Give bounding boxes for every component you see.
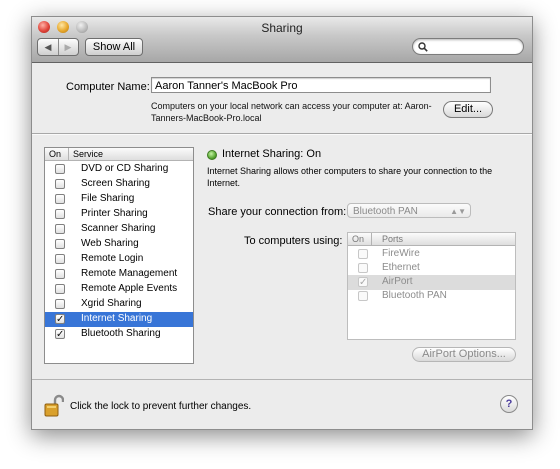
service-list: On Service DVD or CD Sharing Screen Shari… — [44, 147, 194, 364]
back-icon[interactable]: ◀ — [38, 39, 59, 55]
port-checkbox[interactable]: ✓ — [358, 277, 368, 288]
service-row[interactable]: DVD or CD Sharing — [45, 162, 193, 177]
share-from-popup[interactable]: Bluetooth PAN ▲▼ — [347, 203, 471, 218]
share-from-value: Bluetooth PAN — [353, 206, 418, 217]
popup-arrows-icon: ▲▼ — [450, 207, 466, 216]
port-checkbox[interactable] — [358, 263, 368, 273]
service-checkbox[interactable] — [55, 209, 65, 219]
ports-column-header[interactable]: Ports — [382, 233, 403, 245]
service-row[interactable]: Remote Login — [45, 252, 193, 267]
port-row[interactable]: FireWire — [348, 247, 515, 262]
sharing-window: Sharing ◀ ▶ Show All Computer Name: Aaro… — [31, 16, 533, 430]
service-checkbox[interactable] — [55, 254, 65, 264]
service-checkbox[interactable] — [55, 164, 65, 174]
show-all-button[interactable]: Show All — [85, 38, 143, 56]
padlock-open-icon[interactable] — [44, 394, 65, 421]
service-label: Screen Sharing — [81, 178, 150, 189]
service-checkbox[interactable]: ✓ — [55, 329, 65, 340]
edit-button[interactable]: Edit... — [443, 101, 493, 118]
service-row[interactable]: Remote Apple Events — [45, 282, 193, 297]
service-row[interactable]: Remote Management — [45, 267, 193, 282]
service-column-header[interactable]: Service — [73, 148, 103, 160]
service-checkbox[interactable] — [55, 194, 65, 204]
magnifier-icon — [418, 42, 428, 52]
service-row[interactable]: ✓ Internet Sharing — [45, 312, 193, 327]
service-label: Xgrid Sharing — [81, 298, 142, 309]
service-label: Bluetooth Sharing — [81, 328, 161, 339]
service-checkbox[interactable]: ✓ — [55, 314, 65, 325]
lock-message: Click the lock to prevent further change… — [70, 401, 252, 412]
title-bar: Sharing ◀ ▶ Show All — [32, 17, 532, 63]
service-row[interactable]: Screen Sharing — [45, 177, 193, 192]
help-button[interactable]: ? — [500, 395, 518, 413]
computer-name-label: Computer Name: — [66, 81, 150, 93]
service-description: Internet Sharing allows other computers … — [207, 166, 493, 188]
service-label: Remote Apple Events — [81, 283, 178, 294]
service-label: Printer Sharing — [81, 208, 148, 219]
share-from-label: Share your connection from: — [208, 206, 347, 218]
status-indicator-icon — [207, 150, 217, 160]
status-title: Internet Sharing: On — [222, 148, 322, 160]
service-row[interactable]: File Sharing — [45, 192, 193, 207]
service-checkbox[interactable] — [55, 239, 65, 249]
ports-on-column-header[interactable]: On — [348, 233, 372, 245]
service-row[interactable]: Printer Sharing — [45, 207, 193, 222]
ports-list-header: On Ports — [348, 233, 515, 246]
service-checkbox[interactable] — [55, 284, 65, 294]
service-label: Internet Sharing — [81, 313, 153, 324]
port-row[interactable]: Bluetooth PAN — [348, 289, 515, 304]
computer-name-section: Computer Name: Aaron Tanner's MacBook Pr… — [32, 63, 532, 131]
service-checkbox[interactable] — [55, 269, 65, 279]
footer-divider — [32, 379, 532, 380]
port-row[interactable]: ✓ AirPort — [348, 275, 515, 290]
service-label: Remote Management — [81, 268, 178, 279]
service-label: DVD or CD Sharing — [81, 163, 169, 174]
port-row[interactable]: Ethernet — [348, 261, 515, 276]
service-label: Scanner Sharing — [81, 223, 156, 234]
port-checkbox[interactable] — [358, 291, 368, 301]
ports-list: On Ports FireWire Ethernet ✓ AirPort Bluetoo… — [347, 232, 516, 340]
computer-name-field[interactable]: Aaron Tanner's MacBook Pro — [151, 77, 491, 93]
search-field[interactable] — [412, 38, 524, 55]
port-label: Ethernet — [382, 262, 420, 273]
to-computers-label: To computers using: — [244, 235, 343, 247]
section-divider — [32, 133, 532, 135]
service-row[interactable]: Scanner Sharing — [45, 222, 193, 237]
port-checkbox[interactable] — [358, 249, 368, 259]
service-row[interactable]: ✓ Bluetooth Sharing — [45, 327, 193, 342]
service-row[interactable]: Web Sharing — [45, 237, 193, 252]
port-label: AirPort — [382, 276, 413, 287]
navigation-segment: ◀ ▶ — [37, 38, 79, 56]
service-label: Web Sharing — [81, 238, 139, 249]
service-checkbox[interactable] — [55, 179, 65, 189]
computer-name-note: Computers on your local network can acce… — [151, 101, 432, 123]
window-title: Sharing — [261, 21, 303, 35]
service-label: File Sharing — [81, 193, 135, 204]
service-checkbox[interactable] — [55, 299, 65, 309]
service-list-header: On Service — [45, 148, 193, 161]
forward-icon[interactable]: ▶ — [58, 39, 78, 55]
port-label: FireWire — [382, 248, 420, 259]
service-row[interactable]: Xgrid Sharing — [45, 297, 193, 312]
airport-options-button[interactable]: AirPort Options... — [412, 347, 516, 362]
service-label: Remote Login — [81, 253, 144, 264]
port-label: Bluetooth PAN — [382, 290, 447, 301]
on-column-header[interactable]: On — [45, 148, 69, 160]
service-checkbox[interactable] — [55, 224, 65, 234]
